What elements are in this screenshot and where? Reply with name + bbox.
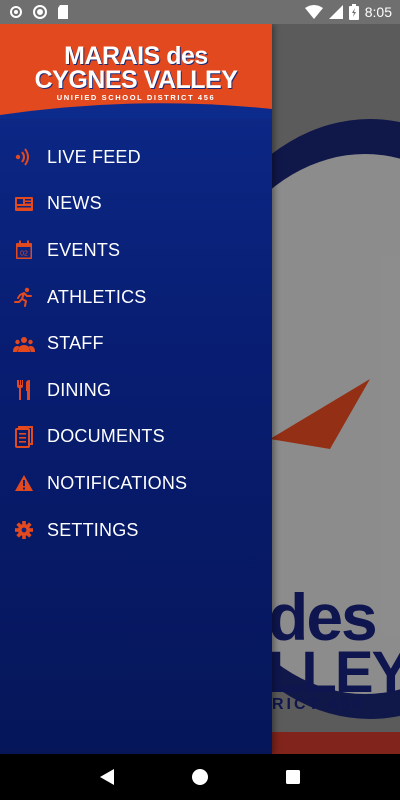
menu-item-notifications[interactable]: NOTIFICATIONS — [0, 460, 272, 507]
menu-item-athletics[interactable]: ATHLETICS — [0, 274, 272, 321]
menu-item-staff[interactable]: STAFF — [0, 320, 272, 367]
record-icon — [32, 4, 48, 20]
logo-title-line2: CYGNES VALLEY — [34, 66, 238, 94]
home-icon[interactable] — [188, 765, 212, 789]
menu-item-news[interactable]: NEWS — [0, 181, 272, 228]
menu-item-events[interactable]: 02 EVENTS — [0, 227, 272, 274]
menu-item-label: DOCUMENTS — [47, 426, 165, 447]
navigation-drawer: MARAIS des CYGNES VALLEY UNIFIED SCHOOL … — [0, 24, 272, 754]
signal-icon — [328, 5, 343, 19]
warning-icon — [13, 472, 35, 494]
drawer-menu: LIVE FEED NEWS 02 EVENTS ATHLETICS STAFF… — [0, 119, 272, 553]
drawer-header: MARAIS des CYGNES VALLEY UNIFIED SCHOOL … — [0, 24, 272, 119]
battery-icon — [348, 4, 359, 20]
menu-item-live-feed[interactable]: LIVE FEED — [0, 134, 272, 181]
menu-item-settings[interactable]: SETTINGS — [0, 507, 272, 554]
header-wave — [0, 103, 272, 119]
menu-item-label: NOTIFICATIONS — [47, 472, 188, 493]
menu-item-label: STAFF — [47, 333, 104, 354]
document-icon — [13, 425, 35, 448]
system-nav-bar — [0, 754, 400, 800]
menu-item-label: EVENTS — [47, 239, 121, 260]
calendar-icon: 02 — [13, 239, 35, 261]
wifi-icon — [304, 5, 323, 19]
fork-knife-icon — [13, 379, 35, 401]
back-icon[interactable] — [95, 765, 119, 789]
sd-card-icon — [56, 4, 70, 20]
menu-item-label: SETTINGS — [47, 519, 139, 540]
recents-icon[interactable] — [281, 765, 305, 789]
menu-item-label: DINING — [47, 379, 112, 400]
live-feed-icon — [13, 146, 35, 168]
newspaper-icon — [13, 193, 35, 215]
gear-icon — [13, 519, 35, 541]
menu-item-label: LIVE FEED — [47, 146, 141, 167]
people-icon — [13, 333, 35, 355]
runner-icon — [13, 286, 35, 308]
clock: 8:05 — [364, 4, 392, 20]
menu-item-documents[interactable]: DOCUMENTS — [0, 414, 272, 461]
menu-item-label: ATHLETICS — [47, 286, 147, 307]
menu-item-dining[interactable]: DINING — [0, 367, 272, 414]
sync-icon — [8, 4, 24, 20]
status-bar: 8:05 — [0, 0, 400, 24]
calendar-day: 02 — [20, 251, 28, 258]
menu-item-label: NEWS — [47, 193, 102, 214]
